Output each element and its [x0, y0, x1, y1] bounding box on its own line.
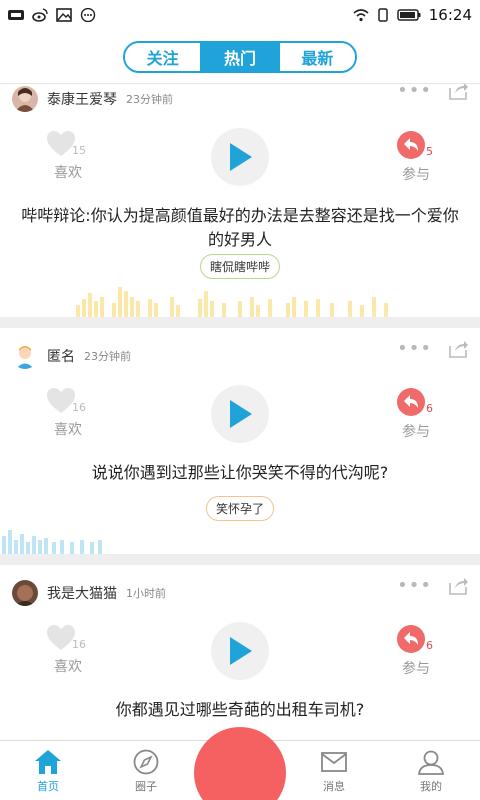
post-time: 1小时前 — [126, 587, 166, 600]
participate-button[interactable]: 6 参与 — [396, 624, 436, 678]
tab-latest[interactable]: 最新 — [277, 43, 355, 71]
more-options-icon[interactable]: ••• — [397, 340, 432, 358]
play-button[interactable] — [211, 128, 269, 186]
battery-icon — [397, 9, 421, 21]
like-label: 喜欢 — [54, 422, 82, 438]
reply-label: 参与 — [402, 424, 430, 440]
play-icon — [230, 143, 252, 171]
post-username[interactable]: 泰康王爱琴 — [47, 89, 117, 109]
reply-count: 6 — [426, 639, 433, 652]
more-options-icon[interactable]: ••• — [397, 577, 432, 595]
post-title[interactable]: 哔哔辩论:你认为提高颜值最好的办法是去整容还是找一个爱你的好男人 — [20, 204, 460, 252]
compass-icon — [133, 749, 159, 775]
avatar[interactable] — [12, 580, 38, 606]
post-card[interactable]: 我是大猫猫 1小时前 ••• 16 喜欢 6 参与 你都遇见过哪些奇葩的出租车司… — [0, 565, 480, 740]
play-icon — [230, 637, 252, 665]
nav-circles[interactable]: 圈子 — [116, 749, 176, 794]
top-bar: 关注 热门 最新 — [0, 30, 480, 84]
participate-button[interactable]: 5 参与 — [396, 130, 436, 184]
avatar[interactable] — [12, 343, 38, 369]
status-bar: 16:24 — [0, 0, 480, 30]
tab-hot[interactable]: 热门 — [200, 43, 278, 71]
like-label: 喜欢 — [54, 659, 82, 675]
like-count: 16 — [72, 401, 86, 414]
home-icon — [35, 750, 61, 774]
play-button[interactable] — [211, 385, 269, 443]
app-notification-icon — [8, 10, 24, 20]
reply-count: 5 — [426, 145, 433, 158]
post-card[interactable]: 泰康王爱琴 23分钟前 ••• 15 喜欢 5 参与 哔哔辩论:你认为提高颜值最… — [0, 84, 480, 317]
post-title[interactable]: 说说你遇到过那些让你哭笑不得的代沟呢? — [20, 461, 460, 485]
reply-count: 6 — [426, 402, 433, 415]
reply-icon — [397, 131, 425, 159]
like-count: 16 — [72, 638, 86, 651]
post-username[interactable]: 匿名 — [47, 346, 75, 366]
image-icon — [56, 8, 72, 22]
feed-tabs: 关注 热门 最新 — [123, 41, 357, 73]
reply-icon — [397, 388, 425, 416]
mail-icon — [321, 752, 347, 772]
play-icon — [230, 400, 252, 428]
like-count: 15 — [72, 144, 86, 157]
post-username[interactable]: 我是大猫猫 — [47, 583, 117, 603]
nav-me[interactable]: 我的 — [401, 749, 461, 794]
post-header: 我是大猫猫 1小时前 — [12, 579, 166, 607]
like-button[interactable]: 16 喜欢 — [44, 624, 92, 676]
reply-icon — [397, 625, 425, 653]
nav-messages[interactable]: 消息 — [304, 749, 364, 794]
nav-circles-label: 圈子 — [135, 780, 157, 793]
reply-label: 参与 — [402, 661, 430, 677]
more-options-icon[interactable]: ••• — [397, 84, 432, 100]
post-header: 匿名 23分钟前 — [12, 342, 131, 370]
weibo-icon — [32, 8, 48, 22]
nav-me-label: 我的 — [420, 780, 442, 793]
nav-home[interactable]: 首页 — [18, 749, 78, 794]
like-label: 喜欢 — [54, 165, 82, 181]
participate-button[interactable]: 6 参与 — [396, 387, 436, 441]
nav-home-label: 首页 — [37, 780, 59, 793]
post-tag[interactable]: 瞎侃瞎哔哔 — [199, 254, 281, 279]
like-button[interactable]: 16 喜欢 — [44, 387, 92, 439]
reply-label: 参与 — [402, 167, 430, 183]
post-card[interactable]: 匿名 23分钟前 ••• 16 喜欢 6 参与 说说你遇到过那些让你哭笑不得的代… — [0, 328, 480, 554]
nav-messages-label: 消息 — [323, 780, 345, 793]
post-time: 23分钟前 — [84, 350, 131, 363]
more-dots-icon — [80, 8, 96, 22]
tab-follow[interactable]: 关注 — [125, 43, 201, 71]
status-time: 16:24 — [428, 6, 472, 24]
user-icon — [417, 750, 445, 775]
post-title[interactable]: 你都遇见过哪些奇葩的出租车司机? — [20, 698, 460, 722]
share-icon[interactable] — [448, 340, 468, 358]
post-feed[interactable]: 泰康王爱琴 23分钟前 ••• 15 喜欢 5 参与 哔哔辩论:你认为提高颜值最… — [0, 84, 480, 740]
sim-icon — [378, 8, 388, 22]
audio-waveform — [76, 287, 388, 317]
audio-waveform — [2, 530, 102, 554]
share-icon[interactable] — [448, 577, 468, 595]
share-icon[interactable] — [448, 84, 468, 100]
post-time: 23分钟前 — [126, 93, 173, 106]
avatar[interactable] — [12, 86, 38, 112]
post-header: 泰康王爱琴 23分钟前 — [12, 85, 173, 113]
like-button[interactable]: 15 喜欢 — [44, 130, 92, 182]
wifi-icon — [353, 9, 369, 22]
play-button[interactable] — [211, 622, 269, 680]
